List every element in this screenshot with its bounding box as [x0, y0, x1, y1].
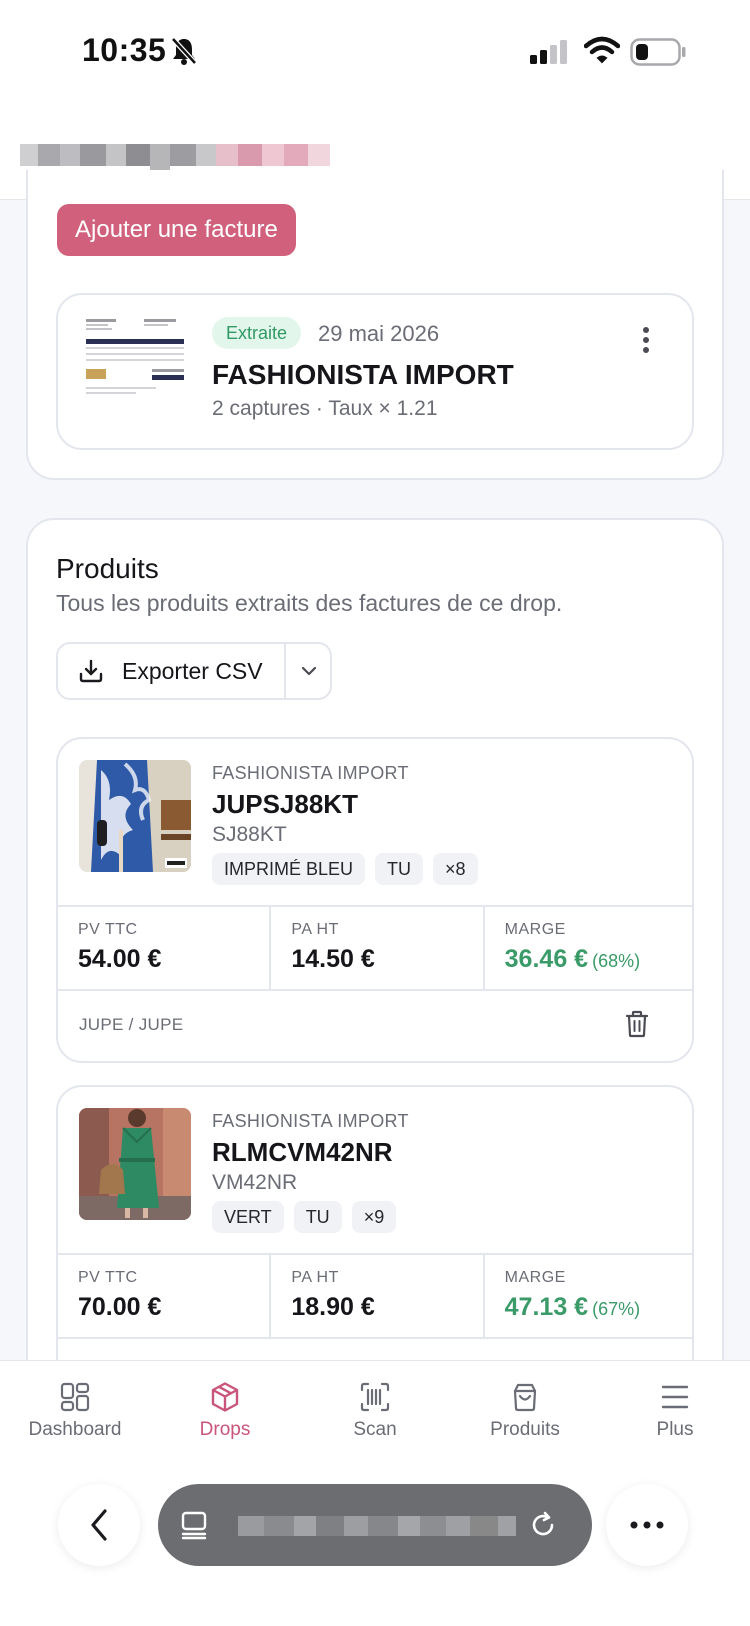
color-tag: IMPRIMÉ BLEU: [212, 853, 366, 885]
pa-label: PA HT: [291, 1269, 339, 1286]
marge-label: MARGE: [504, 921, 566, 938]
product-card[interactable]: FASHIONISTA IMPORT JUPSJ88KT SJ88KT IMPR…: [56, 737, 694, 1063]
products-description: Tous les produits extraits des factures …: [56, 590, 563, 616]
barcode-scan-icon: [360, 1382, 390, 1412]
battery-icon: [630, 38, 686, 66]
cellular-signal-icon: [530, 40, 567, 64]
box-icon: [211, 1382, 239, 1412]
grid-icon: [60, 1382, 90, 1412]
tab-label: Plus: [656, 1419, 694, 1440]
tab-scan[interactable]: Scan: [300, 1373, 450, 1453]
tab-label: Scan: [353, 1419, 397, 1440]
pv-label: PV TTC: [78, 1269, 138, 1286]
tabs-overview-icon: [181, 1511, 207, 1540]
pa-label: PA HT: [291, 921, 339, 938]
quantity-tag: ×9: [351, 1201, 397, 1233]
size-tag: TU: [293, 1201, 342, 1233]
product-image: [79, 760, 191, 872]
more-vertical-icon[interactable]: [638, 325, 654, 355]
marge-value: 36.46 €: [504, 945, 589, 973]
pv-cell: PV TTC 54.00 €: [58, 907, 272, 989]
quantity-tag: ×8: [433, 853, 478, 885]
url-text-blurred: [238, 1516, 516, 1536]
reload-icon[interactable]: [528, 1510, 558, 1540]
invoice-date: 29 mai 2026: [318, 321, 440, 346]
product-name: JUPSJ88KT: [212, 789, 358, 819]
price-row: PV TTC 70.00 € PA HT 18.90 € MARGE 47.13…: [58, 1253, 692, 1339]
marge-percent: (68%): [592, 951, 641, 971]
tab-produits[interactable]: Produits: [450, 1373, 600, 1453]
pv-cell: PV TTC 70.00 €: [58, 1255, 272, 1337]
marge-cell: MARGE 36.46 € (68%): [485, 907, 692, 989]
bell-muted-icon: [171, 37, 197, 65]
more-horizontal-icon: [630, 1521, 664, 1529]
price-row: PV TTC 54.00 € PA HT 14.50 € MARGE 36.46…: [58, 905, 692, 991]
download-icon: [79, 659, 103, 683]
tab-dashboard[interactable]: Dashboard: [0, 1373, 150, 1453]
add-invoice-button[interactable]: Ajouter une facture: [57, 204, 296, 256]
invoice-meta: 2 captures · Taux × 1.21: [212, 397, 438, 420]
pa-cell: PA HT 14.50 €: [271, 907, 485, 989]
marge-value-group: 36.46 € (68%): [505, 945, 640, 974]
color-tag: VERT: [212, 1201, 284, 1233]
product-reference: VM42NR: [212, 1171, 298, 1194]
shopping-bag-icon: [513, 1383, 537, 1412]
browser-back-button[interactable]: [58, 1484, 140, 1566]
pa-cell: PA HT 18.90 €: [271, 1255, 485, 1337]
export-csv-label: Exporter CSV: [122, 657, 263, 684]
product-tags: IMPRIMÉ BLEU TU ×8: [212, 853, 478, 885]
chevron-left-icon: [91, 1509, 107, 1541]
product-brand: FASHIONISTA IMPORT: [212, 763, 409, 783]
product-tags: VERT TU ×9: [212, 1201, 397, 1233]
products-title: Produits: [56, 553, 159, 584]
product-reference: SJ88KT: [212, 823, 287, 846]
browser-url-bar[interactable]: [158, 1484, 592, 1566]
chevron-down-icon: [301, 666, 317, 676]
invoice-thumbnail: [80, 313, 188, 413]
tab-plus[interactable]: Plus: [600, 1373, 750, 1453]
pv-label: PV TTC: [78, 921, 138, 938]
export-split-button: Exporter CSV: [56, 642, 332, 700]
status-badge: Extraite: [212, 317, 302, 349]
invoice-supplier: FASHIONISTA IMPORT: [212, 359, 514, 390]
tab-label: Drops: [199, 1419, 251, 1440]
marge-cell: MARGE 47.13 € (67%): [485, 1255, 692, 1337]
product-brand: FASHIONISTA IMPORT: [212, 1111, 409, 1131]
product-card[interactable]: FASHIONISTA IMPORT RLMCVM42NR VM42NR VER…: [56, 1085, 694, 1405]
product-category: JUPE / JUPE: [79, 1015, 184, 1034]
product-image: [79, 1108, 191, 1220]
pa-value: 14.50 €: [291, 945, 375, 973]
tab-drops[interactable]: Drops: [150, 1373, 300, 1453]
marge-value-group: 47.13 € (67%): [505, 1293, 640, 1322]
status-bar: 10:35: [0, 0, 750, 100]
browser-more-button[interactable]: [606, 1484, 688, 1566]
status-time: 10:35: [82, 32, 167, 68]
tab-label: Dashboard: [28, 1419, 122, 1440]
export-csv-button[interactable]: Exporter CSV: [58, 644, 284, 698]
marge-percent: (67%): [592, 1299, 641, 1319]
marge-label: MARGE: [504, 1269, 566, 1286]
size-tag: TU: [375, 853, 424, 885]
invoice-item[interactable]: Extraite 29 mai 2026 FASHIONISTA IMPORT …: [56, 293, 694, 450]
product-name: RLMCVM42NR: [212, 1137, 393, 1167]
app-logo-blurred: [20, 138, 330, 178]
trash-icon[interactable]: [624, 1009, 650, 1039]
wifi-icon: [584, 36, 620, 64]
pv-value: 70.00 €: [78, 1293, 162, 1321]
pv-value: 54.00 €: [78, 945, 162, 973]
menu-icon: [661, 1385, 689, 1409]
pa-value: 18.90 €: [291, 1293, 375, 1321]
tab-label: Produits: [490, 1419, 560, 1440]
marge-value: 47.13 €: [504, 1293, 589, 1321]
export-options-toggle[interactable]: [286, 644, 332, 698]
